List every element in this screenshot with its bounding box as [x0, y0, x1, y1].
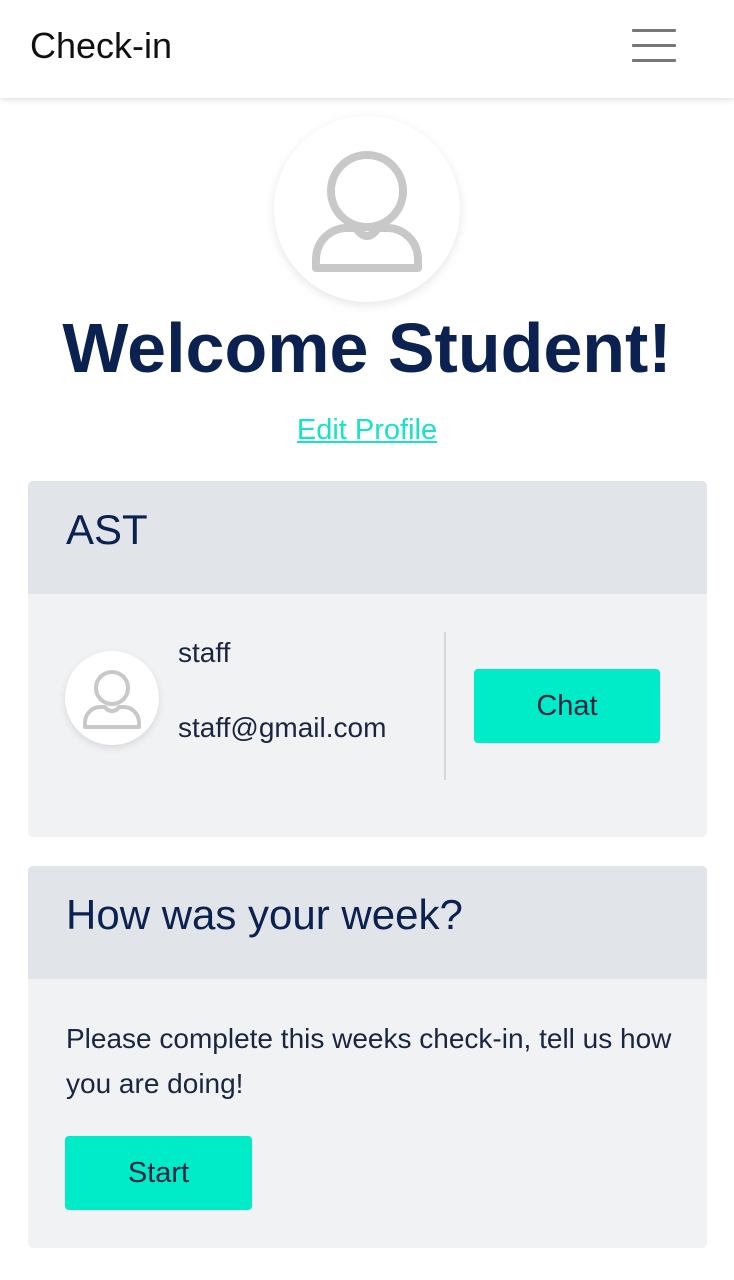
staff-avatar — [65, 651, 159, 745]
menu-line — [632, 59, 676, 62]
weekly-checkin-title: How was your week? — [66, 891, 463, 938]
start-button[interactable]: Start — [65, 1136, 252, 1210]
user-avatar-icon — [312, 151, 422, 272]
vertical-divider — [444, 632, 446, 780]
ast-card: AST staff staff@gmail.com Chat — [28, 481, 707, 837]
staff-name: staff — [178, 637, 231, 668]
ast-card-title: AST — [66, 506, 148, 553]
staff-email: staff@gmail.com — [178, 712, 387, 743]
weekly-checkin-card: How was your week? Please complete this … — [28, 866, 707, 1248]
weekly-checkin-description: Please complete this weeks check-in, tel… — [66, 1023, 672, 1099]
menu-line — [632, 44, 676, 47]
top-app-bar: Check-in — [0, 0, 734, 98]
weekly-checkin-header: How was your week? — [28, 866, 707, 979]
hamburger-menu-icon[interactable] — [626, 24, 682, 68]
menu-line — [632, 29, 676, 32]
edit-profile-container: Edit Profile — [0, 410, 734, 450]
welcome-heading: Welcome Student! — [62, 309, 672, 387]
chat-button[interactable]: Chat — [474, 669, 660, 743]
profile-avatar — [274, 116, 460, 302]
user-avatar-icon — [83, 670, 141, 729]
app-title: Check-in — [30, 25, 173, 66]
edit-profile-link[interactable]: Edit Profile — [297, 414, 437, 446]
ast-card-header: AST — [28, 481, 707, 594]
